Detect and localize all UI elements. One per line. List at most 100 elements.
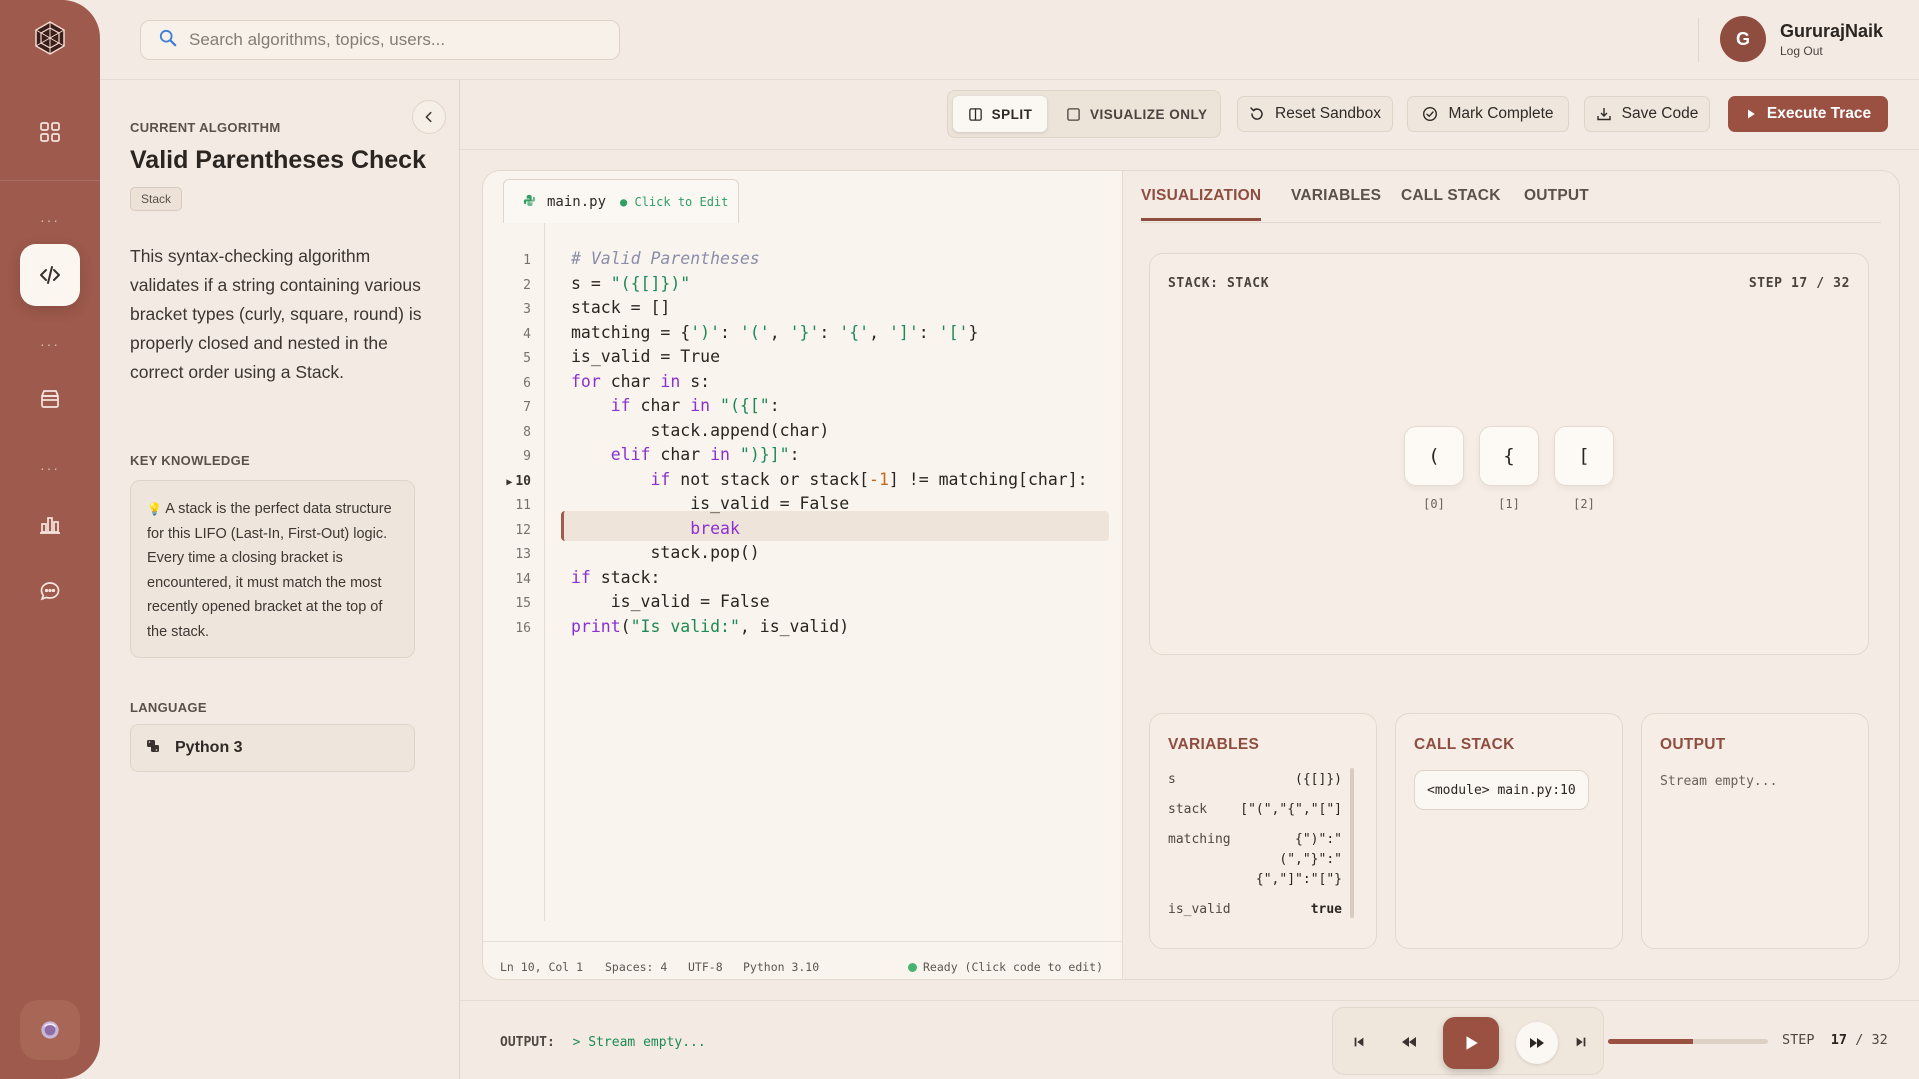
line-number: 8	[523, 425, 531, 440]
key-knowledge-text: A stack is the perfect data structure fo…	[147, 501, 392, 640]
play-button[interactable]	[1443, 1017, 1499, 1069]
skip-to-end-icon[interactable]	[1569, 1030, 1593, 1054]
save-code-button[interactable]: Save Code	[1584, 96, 1710, 132]
code-line[interactable]: stack.append(char)	[571, 421, 829, 440]
step-indicator: STEP 17 / 32	[1782, 1032, 1888, 1048]
stack-item: [	[1554, 426, 1614, 486]
line-number: 14	[515, 572, 531, 587]
variables-title: VARIABLES	[1168, 736, 1260, 753]
stack-index: [2]	[1573, 497, 1595, 511]
profile-icon[interactable]	[20, 1000, 80, 1060]
variable-name: s	[1168, 772, 1176, 787]
code-line[interactable]: is_valid = False	[571, 494, 849, 513]
play-icon	[1466, 1036, 1478, 1050]
logout-link[interactable]: Log Out	[1780, 44, 1883, 58]
variable-value: ["(","{","["]	[1240, 802, 1342, 817]
stack-visualization: STACK: STACK STEP 17 / 32 ( { [ [0] [1] …	[1149, 253, 1869, 655]
visualize-only-button[interactable]: VISUALIZE ONLY	[1066, 96, 1208, 132]
step-progress-bar[interactable]	[1608, 1039, 1768, 1044]
code-line[interactable]: matching = {')': '(', '}': '{', ']': '['…	[571, 323, 978, 342]
language-selector[interactable]: Python 3	[130, 724, 415, 772]
tab-visualization[interactable]: VISUALIZATION	[1141, 187, 1261, 205]
file-tab[interactable]: main.py ● Click to Edit	[503, 179, 739, 223]
code-line[interactable]: print("Is valid:", is_valid)	[571, 617, 849, 636]
current-line-number: ▶ 10	[506, 474, 531, 489]
call-stack-panel: CALL STACK <module> main.py:10	[1395, 713, 1623, 949]
console-output: OUTPUT: > Stream empty...	[500, 1035, 706, 1050]
tab-variables[interactable]: VARIABLES	[1291, 187, 1381, 205]
check-circle-icon	[1423, 106, 1438, 122]
cursor-position: Ln 10, Col 1	[500, 960, 584, 974]
archive-icon[interactable]	[25, 374, 75, 424]
encoding[interactable]: UTF-8	[688, 960, 723, 974]
user-menu[interactable]: G GururajNaik Log Out	[1720, 16, 1883, 62]
step-progress-fill	[1608, 1039, 1693, 1044]
code-line[interactable]: is_valid = True	[571, 347, 720, 366]
mark-complete-button[interactable]: Mark Complete	[1407, 96, 1569, 132]
line-number: 4	[523, 327, 531, 342]
scrollbar[interactable]	[1350, 768, 1354, 918]
line-number: 16	[515, 621, 531, 636]
app-logo-icon[interactable]	[32, 20, 68, 56]
code-line[interactable]: elif char in ")}]":	[571, 445, 800, 464]
python-file-icon	[522, 193, 537, 211]
indent-setting[interactable]: Spaces: 4	[605, 960, 667, 974]
tab-output[interactable]: OUTPUT	[1524, 187, 1589, 205]
toolbar: SPLIT VISUALIZE ONLY Reset Sandbox Mark …	[460, 80, 1919, 150]
variable-name: is_valid	[1168, 902, 1231, 917]
code-line[interactable]: stack = []	[571, 298, 670, 317]
code-line[interactable]: if char in "({[":	[571, 396, 780, 415]
python-version[interactable]: Python 3.10	[743, 960, 819, 974]
language-label: LANGUAGE	[130, 700, 207, 715]
code-line[interactable]: s = "({[]})"	[571, 274, 690, 293]
skip-to-start-icon[interactable]	[1347, 1030, 1371, 1054]
code-line[interactable]: for char in s:	[571, 372, 710, 391]
step-forward-button[interactable]	[1516, 1022, 1558, 1064]
code-icon[interactable]	[20, 244, 80, 306]
chart-icon[interactable]	[25, 499, 75, 549]
status-dot-icon	[908, 963, 917, 972]
sidebar-dots: ···	[40, 212, 60, 228]
line-number: 15	[515, 596, 531, 611]
download-icon	[1596, 108, 1611, 121]
code-line[interactable]: if stack:	[571, 568, 660, 587]
search-input[interactable]	[189, 30, 589, 50]
lightbulb-icon: 💡	[147, 502, 162, 516]
variable-name: stack	[1168, 802, 1208, 817]
search-box[interactable]	[140, 20, 620, 60]
call-frame[interactable]: <module> main.py:10	[1414, 770, 1589, 810]
line-gutter: 1 2 3 4 5 6 7 8 9 ▶ 10 11 12 13 14 15 16	[483, 223, 545, 921]
split-mode-button[interactable]: SPLIT	[953, 96, 1047, 132]
current-line-arrow-icon: ▶	[506, 477, 513, 488]
sidebar-dots: ···	[40, 460, 60, 476]
dashboard-icon[interactable]	[25, 107, 75, 157]
code-line[interactable]: # Valid Parentheses	[571, 249, 760, 268]
edit-hint[interactable]: ● Click to Edit	[620, 195, 728, 209]
code-editor[interactable]: main.py ● Click to Edit 1 2 3 4 5 6 7 8 …	[483, 171, 1123, 979]
code-line-current[interactable]: if not stack or stack[-1] != matching[ch…	[571, 470, 1087, 489]
variable-name: matching	[1168, 832, 1231, 847]
line-number: 6	[523, 376, 531, 391]
stack-item: (	[1404, 426, 1464, 486]
execute-trace-button[interactable]: Execute Trace	[1728, 96, 1888, 132]
code-line[interactable]: stack.pop()	[571, 543, 759, 562]
stack-index: [0]	[1423, 497, 1445, 511]
reset-sandbox-button[interactable]: Reset Sandbox	[1237, 96, 1393, 132]
square-icon	[1067, 107, 1080, 121]
code-line[interactable]: break	[571, 519, 740, 538]
collapse-panel-button[interactable]	[412, 100, 446, 134]
algorithm-tag[interactable]: Stack	[130, 187, 183, 211]
chat-icon[interactable]	[25, 566, 75, 616]
user-name: GururajNaik	[1780, 20, 1884, 41]
line-number: 13	[515, 547, 531, 562]
output-panel: OUTPUT Stream empty...	[1641, 713, 1869, 949]
avatar[interactable]: G	[1720, 16, 1766, 62]
stack-index: [1]	[1498, 497, 1520, 511]
line-number: 5	[523, 351, 531, 366]
output-text: Stream empty...	[1660, 774, 1778, 789]
step-back-icon[interactable]	[1397, 1030, 1421, 1054]
current-algorithm-label: CURRENT ALGORITHM	[130, 120, 281, 135]
tab-call-stack[interactable]: CALL STACK	[1401, 187, 1501, 205]
line-number: 9	[523, 449, 531, 464]
code-line[interactable]: is_valid = False	[571, 592, 770, 611]
